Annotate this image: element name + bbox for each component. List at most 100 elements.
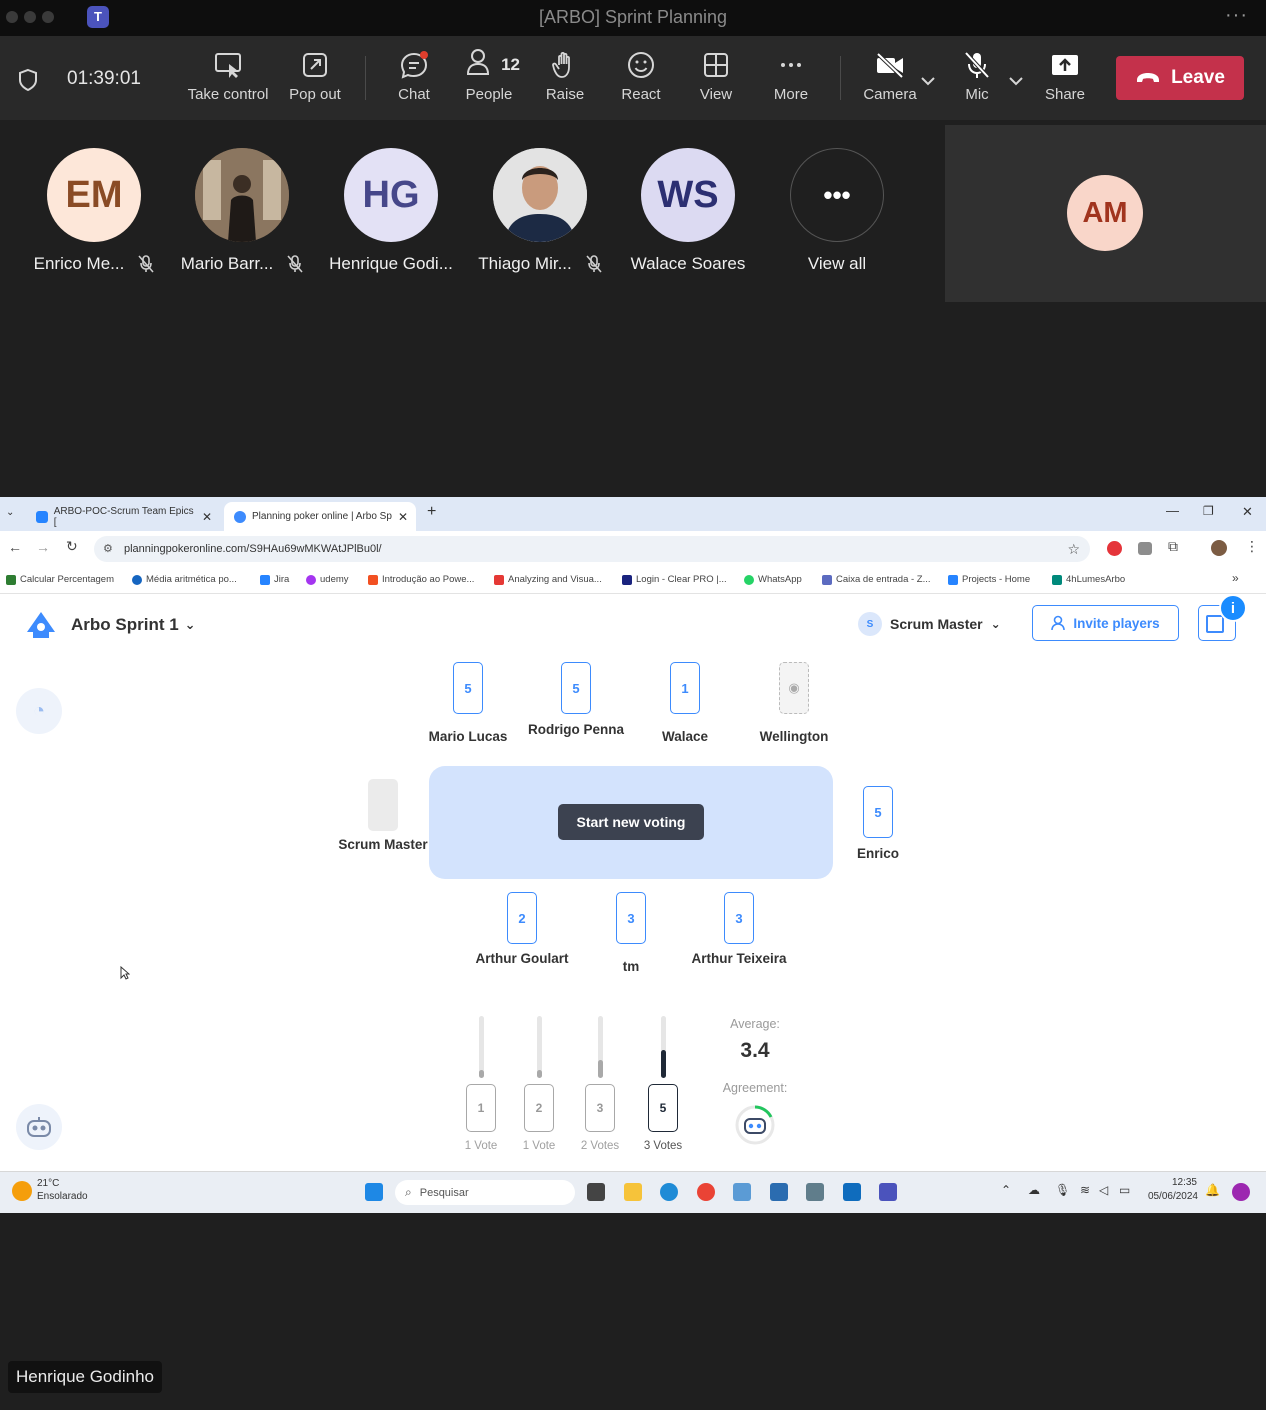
- restore-icon[interactable]: ❐: [1203, 504, 1214, 518]
- player-name: Arthur Goulart: [475, 951, 569, 966]
- game-name-dropdown[interactable]: Arbo Sprint 1 ⌄: [71, 615, 196, 635]
- role-dropdown[interactable]: S Scrum Master ⌄: [858, 612, 1001, 636]
- participant-tile[interactable]: EM Enrico Me...: [24, 148, 164, 274]
- close-tab-icon[interactable]: ✕: [202, 510, 212, 524]
- whatsapp-icon: [744, 574, 754, 585]
- vote-bar-fill: [537, 1070, 542, 1078]
- take-control-button[interactable]: Take control: [182, 50, 274, 103]
- participant-tile[interactable]: HG Henrique Godi...: [321, 148, 461, 274]
- chat-button[interactable]: Chat: [390, 50, 438, 103]
- onedrive-icon[interactable]: ☁: [1028, 1183, 1040, 1197]
- close-tab-icon[interactable]: ✕: [398, 510, 408, 524]
- tray-expand-icon[interactable]: ⌃: [1001, 1183, 1011, 1197]
- poker-logo-icon: [27, 612, 55, 638]
- browser-tab-active[interactable]: Planning poker online | Arbo Sp ✕: [224, 502, 416, 531]
- forward-icon[interactable]: →: [36, 539, 50, 555]
- url-field[interactable]: ⚙ planningpokeronline.com/S9HAu69wMKWAtJ…: [94, 536, 1090, 562]
- bookmark-item[interactable]: Caixa de entrada - Z...: [822, 574, 931, 585]
- wifi-icon[interactable]: ≋: [1080, 1183, 1090, 1197]
- new-tab-icon[interactable]: +: [427, 503, 436, 521]
- close-window-icon[interactable]: ✕: [1242, 504, 1253, 520]
- notepad-icon[interactable]: [770, 1183, 788, 1201]
- mic-options-chevron-icon[interactable]: [1008, 76, 1024, 86]
- agreement-gauge: [735, 1105, 775, 1145]
- taskbar-search-field[interactable]: ⌕ Pesquisar: [395, 1180, 575, 1205]
- notifications-icon[interactable]: 🔔: [1205, 1183, 1220, 1197]
- snipping-tool-icon[interactable]: [733, 1183, 751, 1201]
- camera-button[interactable]: Camera: [858, 50, 922, 103]
- more-button[interactable]: More: [766, 50, 816, 103]
- bookmark-item[interactable]: 4hLumesArbo: [1052, 574, 1125, 585]
- avatar: HG: [344, 148, 438, 242]
- browser-menu-icon[interactable]: ⋮: [1245, 538, 1259, 555]
- robot-icon[interactable]: [16, 1104, 62, 1150]
- view-all-button[interactable]: ••• View all: [767, 148, 907, 274]
- teams-icon[interactable]: [879, 1183, 897, 1201]
- bookmark-item[interactable]: Projects - Home: [948, 574, 1030, 585]
- bookmark-item[interactable]: Calcular Percentagem: [6, 574, 114, 585]
- file-explorer-icon[interactable]: [624, 1183, 642, 1201]
- site-info-icon[interactable]: ⚙: [103, 536, 113, 562]
- copilot-icon[interactable]: [1232, 1183, 1250, 1201]
- back-icon[interactable]: ←: [8, 539, 22, 555]
- browser-tab[interactable]: ARBO-POC-Scrum Team Epics [ ✕: [26, 502, 220, 531]
- participant-tile[interactable]: Mario Barr...: [172, 148, 312, 274]
- weather-icon[interactable]: [12, 1181, 32, 1201]
- participant-name: Thiago Mir...: [478, 254, 572, 273]
- pop-out-button[interactable]: Pop out: [284, 50, 346, 103]
- bookmark-star-icon[interactable]: ☆: [1067, 536, 1080, 562]
- outlook-icon[interactable]: [843, 1183, 861, 1201]
- shield-icon[interactable]: [17, 68, 39, 92]
- more-options-icon[interactable]: ···: [1225, 4, 1248, 27]
- reload-icon[interactable]: ↻: [66, 538, 78, 555]
- weather-desc: Ensolarado: [37, 1191, 88, 1202]
- more-label: More: [773, 86, 809, 103]
- extension-icon[interactable]: [1138, 542, 1152, 555]
- meeting-toolbar: 01:39:01 Take control Pop out Chat 12 Pe…: [0, 36, 1266, 120]
- volume-icon[interactable]: ◁: [1099, 1183, 1108, 1197]
- react-button[interactable]: React: [615, 50, 667, 103]
- robot-face-icon: [27, 1117, 51, 1137]
- bookmark-item[interactable]: WhatsApp: [744, 574, 802, 585]
- calculator-icon[interactable]: [806, 1183, 824, 1201]
- bookmark-item[interactable]: Introdução ao Powe...: [368, 574, 474, 585]
- mic-button[interactable]: Mic: [955, 50, 999, 103]
- bookmark-item[interactable]: Média aritmética po...: [132, 574, 237, 585]
- edge-icon[interactable]: [660, 1183, 678, 1201]
- adblock-extension-icon[interactable]: [1107, 541, 1122, 556]
- bookmark-item[interactable]: udemy: [306, 574, 349, 585]
- more-bookmarks-icon[interactable]: »: [1232, 571, 1239, 585]
- timer-icon[interactable]: ◔: [16, 688, 62, 734]
- bookmark-label: Projects - Home: [962, 574, 1031, 585]
- bookmark-item[interactable]: Analyzing and Visua...: [494, 574, 602, 585]
- bookmark-item[interactable]: Jira: [260, 574, 289, 585]
- chrome-icon[interactable]: [697, 1183, 715, 1201]
- role-label: Scrum Master: [890, 616, 983, 632]
- people-icon: [467, 49, 490, 75]
- windows-start-icon[interactable]: [365, 1183, 383, 1201]
- microphone-icon[interactable]: 🎙: [1055, 1183, 1070, 1197]
- people-button[interactable]: 12 People: [458, 49, 520, 103]
- task-view-icon[interactable]: [587, 1183, 605, 1201]
- invite-label: Invite players: [1073, 615, 1160, 631]
- camera-options-chevron-icon[interactable]: [920, 76, 936, 86]
- battery-icon[interactable]: ▭: [1119, 1183, 1130, 1197]
- share-button[interactable]: Share: [1040, 50, 1090, 103]
- profile-avatar[interactable]: [1211, 540, 1227, 556]
- leave-button[interactable]: Leave: [1116, 56, 1244, 100]
- invite-players-button[interactable]: Invite players: [1032, 605, 1179, 641]
- participant-tile[interactable]: Thiago Mir...: [470, 148, 610, 274]
- participant-tile[interactable]: WS Walace Soares: [618, 148, 758, 274]
- player-name: Scrum Master: [338, 837, 428, 852]
- raise-hand-button[interactable]: Raise: [540, 50, 590, 103]
- tab-search-chevron-icon[interactable]: ⌄: [6, 507, 14, 518]
- role-badge: S: [858, 612, 882, 636]
- average-value: 3.4: [740, 1039, 770, 1062]
- extensions-puzzle-icon[interactable]: ⧉: [1168, 538, 1178, 555]
- start-new-voting-button[interactable]: Start new voting: [558, 804, 704, 840]
- info-icon[interactable]: i: [1219, 594, 1247, 622]
- view-button[interactable]: View: [692, 50, 740, 103]
- minimize-icon[interactable]: —: [1166, 503, 1179, 518]
- bookmark-item[interactable]: Login - Clear PRO |...: [622, 574, 727, 585]
- player-name: Enrico: [856, 846, 899, 861]
